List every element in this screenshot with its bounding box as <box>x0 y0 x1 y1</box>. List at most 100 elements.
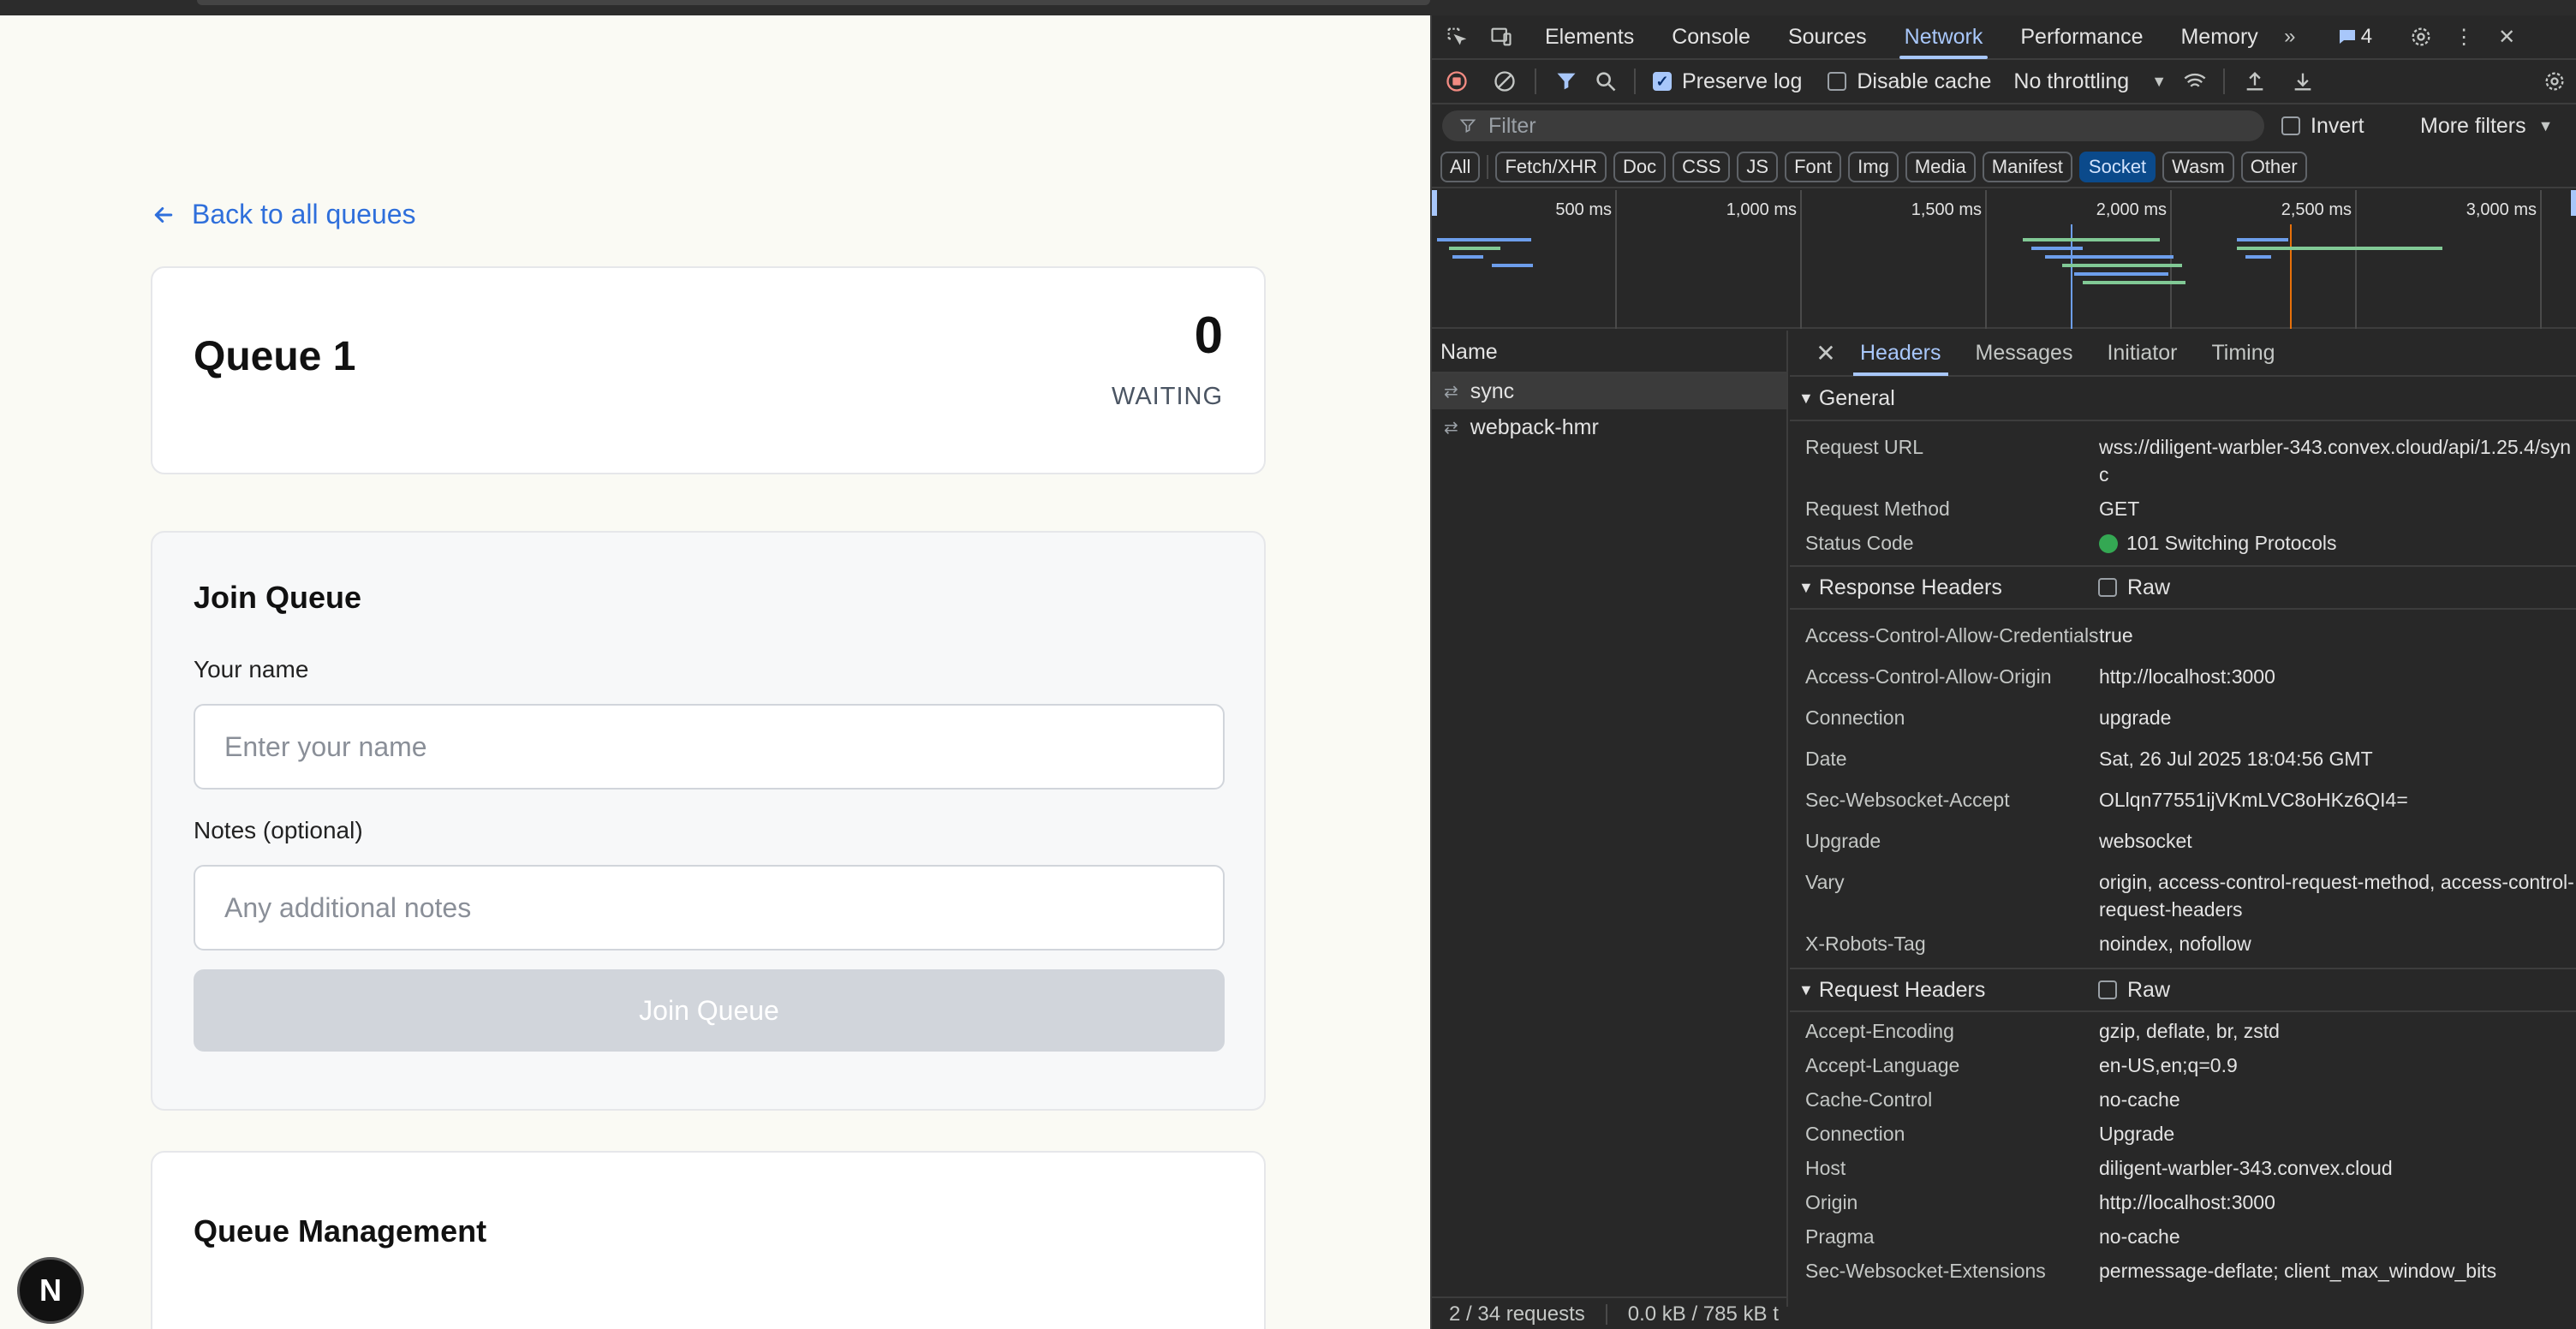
type-fetch-xhr[interactable]: Fetch/XHR <box>1495 152 1607 182</box>
header-value: Upgrade <box>2099 1123 2175 1145</box>
caret-down-icon: ▼ <box>2537 116 2554 134</box>
triangle-down-icon: ▼ <box>1798 980 1814 998</box>
raw-toggle[interactable]: Raw <box>2098 575 2170 600</box>
request-row[interactable]: ⇄ webpack-hmr <box>1432 409 1786 445</box>
filter-input[interactable]: Filter <box>1442 110 2264 141</box>
network-conditions-icon[interactable] <box>2182 69 2208 94</box>
tab-performance[interactable]: Performance <box>2001 15 2162 59</box>
header-value: no-cache <box>2099 1225 2180 1248</box>
tab-strip <box>197 0 1430 5</box>
tab-memory[interactable]: Memory <box>2162 15 2276 59</box>
issues-button[interactable]: 4 <box>2337 25 2372 49</box>
type-manifest[interactable]: Manifest <box>1982 152 2072 182</box>
settings-gear-icon[interactable] <box>2408 24 2434 50</box>
waiting-label: WAITING <box>1112 383 1223 410</box>
type-css[interactable]: CSS <box>1673 152 1731 182</box>
network-settings-gear-icon[interactable] <box>2542 69 2567 94</box>
inspect-element-icon[interactable] <box>1444 24 1470 50</box>
checkbox-box <box>2281 116 2300 135</box>
tab-console[interactable]: Console <box>1653 15 1769 59</box>
type-socket[interactable]: Socket <box>2078 152 2156 182</box>
import-har-icon[interactable] <box>2242 69 2268 94</box>
invert-checkbox[interactable]: Invert <box>2281 114 2364 139</box>
tab-network[interactable]: Network <box>1886 15 2002 59</box>
raw-toggle[interactable]: Raw <box>2098 978 2170 1003</box>
overview-bar <box>1452 255 1483 259</box>
device-toolbar-icon[interactable] <box>1488 24 1514 50</box>
back-to-queues-link[interactable]: Back to all queues <box>151 199 416 230</box>
type-wasm[interactable]: Wasm <box>2162 152 2234 182</box>
throttling-select[interactable]: No throttling ▼ <box>2013 69 2167 94</box>
section-title: Response Headers <box>1818 575 2002 599</box>
overview-tick-label: 2,500 ms <box>2281 200 2352 219</box>
response-header-rows: Access-Control-Allow-Credentials true Acc… <box>1790 610 2576 968</box>
overview-left-handle[interactable] <box>1432 190 1437 216</box>
header-row: Connection Upgrade <box>1790 1120 2576 1147</box>
queue-title: Queue 1 <box>194 334 356 379</box>
search-icon[interactable] <box>1593 69 1619 94</box>
type-font[interactable]: Font <box>1785 152 1842 182</box>
header-key: Vary <box>1805 871 1845 893</box>
type-js[interactable]: JS <box>1737 152 1779 182</box>
header-value: upgrade <box>2099 706 2172 729</box>
stop-recording-icon[interactable] <box>1444 69 1470 94</box>
checkbox-box <box>1828 72 1847 91</box>
overview-bar <box>2237 247 2442 250</box>
join-queue-button[interactable]: Join Queue <box>194 969 1225 1052</box>
more-filters-dropdown[interactable]: More filters ▼ <box>2420 114 2553 139</box>
checkbox-box <box>2098 578 2117 597</box>
overview-bar <box>2237 238 2288 241</box>
response-headers-section-header[interactable]: ▼ Response Headers Raw <box>1790 565 2576 610</box>
more-tabs-icon[interactable]: » <box>2277 24 2303 50</box>
checkmark-icon: ✓ <box>1653 72 1672 91</box>
header-key: Accept-Encoding <box>1805 1020 1954 1042</box>
type-doc[interactable]: Doc <box>1613 152 1667 182</box>
tab-initiator[interactable]: Initiator <box>2090 331 2194 376</box>
network-overview-timeline[interactable]: 500 ms 1,000 ms 1,500 ms 2,000 ms 2,500 … <box>1432 190 2576 329</box>
notes-input[interactable] <box>194 865 1225 951</box>
name-column-header[interactable]: Name <box>1432 331 1786 373</box>
overview-bar <box>1437 238 1531 241</box>
nextjs-dev-badge[interactable]: N <box>17 1257 84 1324</box>
overview-bar <box>1492 264 1533 267</box>
header-row: Date Sat, 26 Jul 2025 18:04:56 GMT <box>1790 745 2576 772</box>
close-details-icon[interactable]: ✕ <box>1809 339 1843 367</box>
tab-messages[interactable]: Messages <box>1959 331 2090 376</box>
tab-sources[interactable]: Sources <box>1769 15 1886 59</box>
request-count: 2 / 34 requests <box>1449 1302 1585 1326</box>
type-media[interactable]: Media <box>1905 152 1976 182</box>
overview-tick-label: 500 ms <box>1555 200 1612 219</box>
tab-elements[interactable]: Elements <box>1526 15 1653 59</box>
preserve-log-checkbox[interactable]: ✓ Preserve log <box>1653 69 1802 94</box>
disable-cache-checkbox[interactable]: Disable cache <box>1828 69 1991 94</box>
overview-gridline <box>1800 190 1802 329</box>
network-status-bar: 2 / 34 requests 0.0 kB / 785 kB t <box>1432 1296 1788 1329</box>
header-row: Sec-Websocket-Extensions permessage-defla… <box>1790 1257 2576 1284</box>
name-input[interactable] <box>194 704 1225 790</box>
overview-bar <box>2083 281 2185 284</box>
type-img[interactable]: Img <box>1848 152 1899 182</box>
overview-right-handle[interactable] <box>2571 190 2576 216</box>
header-value: Sat, 26 Jul 2025 18:04:56 GMT <box>2099 748 2373 770</box>
queue-summary-card: Queue 1 0 WAITING <box>151 266 1266 474</box>
type-all[interactable]: All <box>1440 152 1481 182</box>
kebab-menu-icon[interactable]: ⋮ <box>2451 24 2477 50</box>
devtools-panel: Elements Console Sources Network Perform… <box>1430 15 2576 1329</box>
clear-icon[interactable] <box>1492 69 1518 94</box>
header-value: diligent-warbler-343.convex.cloud <box>2099 1157 2393 1179</box>
tab-timing[interactable]: Timing <box>2194 331 2292 376</box>
request-headers-section-header[interactable]: ▼ Request Headers Raw <box>1790 968 2576 1012</box>
arrow-left-icon <box>154 206 173 223</box>
export-har-icon[interactable] <box>2290 69 2316 94</box>
header-key: Upgrade <box>1805 830 1881 852</box>
general-section-header[interactable]: ▼ General <box>1790 377 2576 421</box>
header-value: permessage-deflate; client_max_window_bi… <box>2099 1260 2497 1282</box>
filter-placeholder: Filter <box>1488 113 1536 138</box>
filter-funnel-icon[interactable] <box>1553 69 1579 94</box>
tab-headers[interactable]: Headers <box>1843 331 1959 376</box>
type-other[interactable]: Other <box>2240 152 2307 182</box>
header-row: Access-Control-Allow-Origin http://localh… <box>1790 663 2576 690</box>
close-devtools-icon[interactable]: ✕ <box>2494 24 2519 50</box>
request-row[interactable]: ⇄ sync <box>1432 373 1786 409</box>
resource-type-filters: All Fetch/XHR Doc CSS JS Font Img Media … <box>1432 147 2576 188</box>
